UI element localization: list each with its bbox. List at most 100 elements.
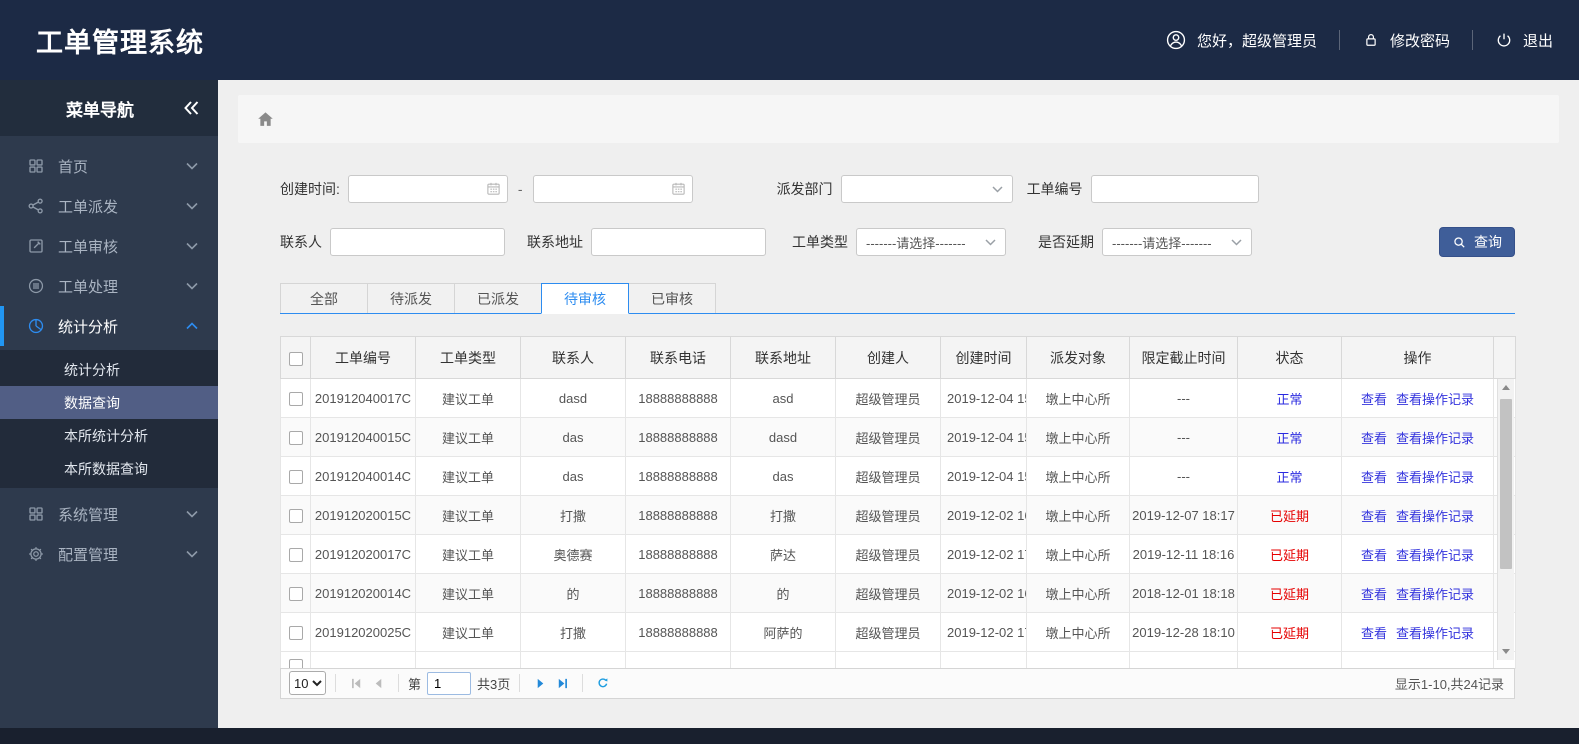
delay-select[interactable]: -------请选择-------: [1102, 228, 1252, 256]
user-greeting[interactable]: 您好，超级管理员: [1165, 29, 1317, 51]
view-link[interactable]: 查看: [1361, 509, 1387, 524]
cell-creator: 超级管理员: [835, 534, 941, 574]
scroll-down-icon[interactable]: [1502, 649, 1510, 654]
sidebar-item-review[interactable]: 工单审核: [0, 226, 218, 266]
row-checkbox[interactable]: [288, 391, 303, 406]
view-link[interactable]: 查看: [1361, 392, 1387, 407]
cell-phone: 18888888888: [625, 495, 731, 535]
select-all-header: [280, 336, 311, 379]
sidebar-item-system[interactable]: 系统管理: [0, 494, 218, 534]
filter-row-2: 联系人 联系地址 工单类型 -------请选择------- 是否延期 ---…: [280, 227, 1515, 257]
change-password-button[interactable]: 修改密码: [1362, 30, 1450, 51]
pager-divider: [335, 674, 336, 693]
create-time-end-input[interactable]: [532, 175, 693, 203]
sidebar-item-statistics[interactable]: 统计分析: [0, 306, 218, 346]
view-log-link[interactable]: 查看操作记录: [1396, 548, 1474, 563]
cell-contact: das: [520, 417, 626, 457]
table-row: 201912020025C 建议工单 打撒 18888888888 阿萨的 超级…: [280, 612, 1516, 652]
tab-reviewed[interactable]: 已审核: [628, 283, 716, 313]
header-divider: [1338, 30, 1340, 50]
sidebar-item-label: 系统管理: [58, 506, 119, 524]
row-checkbox[interactable]: [288, 547, 303, 562]
row-checkbox[interactable]: [288, 469, 303, 484]
order-type-value: -------请选择-------: [866, 235, 966, 251]
view-log-link[interactable]: 查看操作记录: [1396, 587, 1474, 602]
nav-title-label: 菜单导航: [66, 100, 134, 120]
sidebar-item-home[interactable]: 首页: [0, 146, 218, 186]
order-no-input[interactable]: [1090, 175, 1259, 203]
row-checkbox[interactable]: [288, 625, 303, 640]
table-scrollbar[interactable]: [1497, 379, 1514, 660]
cell-address: 萨达: [730, 534, 836, 574]
view-log-link[interactable]: 查看操作记录: [1396, 470, 1474, 485]
col-header-spacer: [1493, 336, 1516, 379]
address-input[interactable]: [591, 228, 766, 256]
search-button[interactable]: 查询: [1439, 227, 1515, 257]
scroll-up-icon[interactable]: [1502, 385, 1510, 390]
cell-type: 建议工单: [415, 378, 521, 418]
submenu-item-local-statistics[interactable]: 本所统计分析: [0, 419, 218, 452]
grid-icon: [26, 157, 45, 175]
sidebar-collapse-icon[interactable]: [182, 100, 200, 116]
view-log-link[interactable]: 查看操作记录: [1396, 509, 1474, 524]
row-checkbox[interactable]: [288, 508, 303, 523]
submenu-item-data-query[interactable]: 数据查询: [0, 386, 218, 419]
cell-status: 正常: [1237, 378, 1342, 418]
last-page-button[interactable]: [551, 672, 573, 694]
order-no-label: 工单编号: [1026, 181, 1083, 197]
view-link[interactable]: 查看: [1361, 587, 1387, 602]
tab-pending-review[interactable]: 待审核: [541, 283, 629, 314]
select-all-checkbox[interactable]: [288, 351, 303, 366]
cell-created: 2019-12-04 15: [940, 456, 1027, 496]
sidebar-item-dispatch[interactable]: 工单派发: [0, 186, 218, 226]
dispatch-dept-select[interactable]: [840, 175, 1013, 203]
cell-type: 建议工单: [415, 612, 521, 652]
view-link[interactable]: 查看: [1361, 626, 1387, 641]
page-size-select[interactable]: 10: [289, 671, 326, 696]
prev-page-button[interactable]: [367, 672, 389, 694]
order-type-select[interactable]: -------请选择-------: [856, 228, 1006, 256]
chevron-down-icon: [985, 238, 996, 246]
logout-button[interactable]: 退出: [1495, 30, 1553, 51]
sidebar-item-process[interactable]: 工单处理: [0, 266, 218, 306]
cell-order-no: 201912040017C: [310, 378, 416, 418]
view-link[interactable]: 查看: [1361, 431, 1387, 446]
tab-dispatched[interactable]: 已派发: [454, 283, 542, 313]
row-checkbox[interactable]: [288, 430, 303, 445]
pager-divider: [519, 674, 521, 693]
col-header-type: 工单类型: [415, 336, 521, 379]
filter-row-1: 创建时间: - 派发部门 工单编号: [280, 175, 1515, 203]
submenu-item-local-data-query[interactable]: 本所数据查询: [0, 452, 218, 485]
tab-label: 已派发: [477, 290, 519, 307]
view-log-link[interactable]: 查看操作记录: [1396, 392, 1474, 407]
lock-icon: [1362, 31, 1380, 49]
pager-divider: [582, 674, 584, 693]
contact-label: 联系人: [280, 234, 322, 250]
scrollbar-thumb[interactable]: [1500, 399, 1512, 569]
cell-creator: 超级管理员: [835, 417, 941, 457]
main-content: 创建时间: - 派发部门 工单编号 联系人 联系地址 工单类型 -------请…: [218, 80, 1579, 728]
submenu-label: 统计分析: [64, 361, 120, 378]
sidebar-item-config[interactable]: 配置管理: [0, 534, 218, 574]
home-icon[interactable]: [256, 110, 275, 129]
cell-target: 墩上中心所: [1026, 534, 1130, 574]
view-link[interactable]: 查看: [1361, 470, 1387, 485]
cell-status: 已延期: [1237, 573, 1342, 613]
refresh-button[interactable]: [592, 672, 614, 694]
submenu-item-statistics[interactable]: 统计分析: [0, 353, 218, 386]
page-prefix: 第: [408, 676, 422, 692]
tab-all[interactable]: 全部: [280, 283, 368, 313]
create-time-start-input[interactable]: [347, 175, 508, 203]
row-checkbox[interactable]: [288, 586, 303, 601]
first-page-button[interactable]: [345, 672, 367, 694]
view-link[interactable]: 查看: [1361, 548, 1387, 563]
tab-pending-dispatch[interactable]: 待派发: [367, 283, 455, 313]
row-select-cell: [280, 495, 311, 535]
chevron-up-icon: [186, 322, 198, 330]
next-page-button[interactable]: [529, 672, 551, 694]
view-log-link[interactable]: 查看操作记录: [1396, 626, 1474, 641]
page-number-input[interactable]: [427, 671, 472, 695]
chevron-down-icon: [186, 202, 198, 210]
contact-input[interactable]: [330, 228, 505, 256]
view-log-link[interactable]: 查看操作记录: [1396, 431, 1474, 446]
